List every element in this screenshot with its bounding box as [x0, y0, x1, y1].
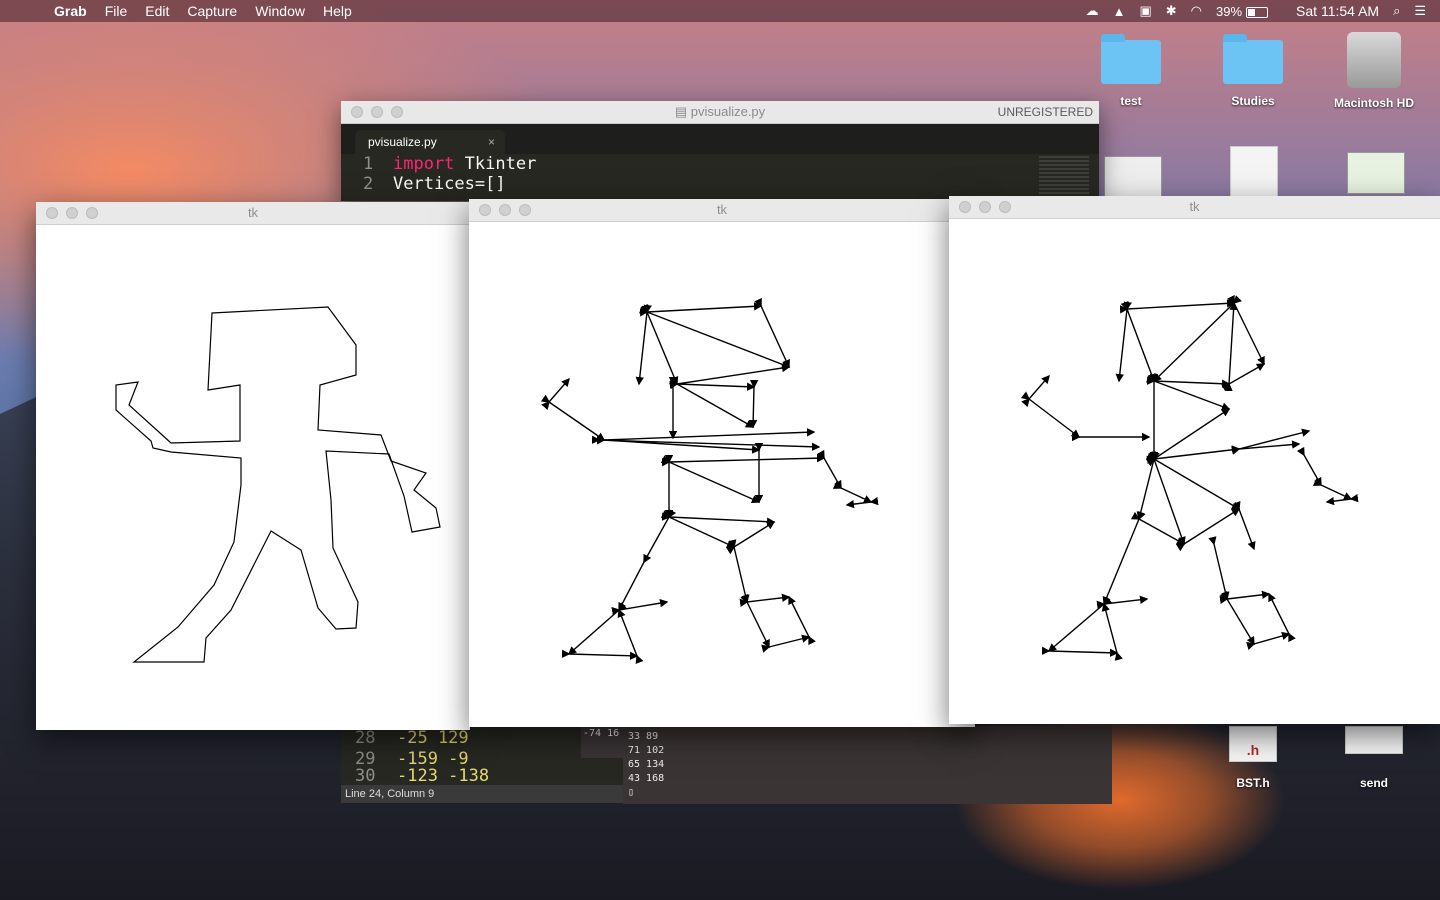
terminal-line: 33 89 — [628, 731, 659, 742]
close-button[interactable] — [351, 106, 363, 118]
terminal-line: 65 134 — [628, 759, 665, 770]
document-thumbnail-icon — [1345, 726, 1403, 754]
code-minimap[interactable] — [1039, 156, 1089, 196]
desktop-drive-macintosh-hd[interactable]: Macintosh HD — [1319, 32, 1429, 110]
google-drive-icon[interactable]: ▲ — [1113, 4, 1126, 19]
desktop-icon-label: BST.h — [1236, 776, 1270, 790]
spotlight-search-icon[interactable]: ⌕ — [1393, 3, 1400, 19]
battery-indicator[interactable]: 39% — [1216, 4, 1282, 19]
minimize-button[interactable] — [66, 207, 78, 219]
file-icon: ▤ — [674, 104, 691, 119]
desktop-icon-label: send — [1359, 776, 1388, 790]
menu-window[interactable]: Window — [255, 3, 305, 19]
bluetooth-icon[interactable]: ✱ — [1166, 3, 1177, 19]
code-text: Vertices=[] — [393, 174, 506, 194]
terminal-line: 43 168 — [628, 773, 665, 784]
tk-window-title: tk — [1189, 199, 1200, 214]
tk-titlebar[interactable]: tk — [36, 202, 470, 225]
line-number: 28 — [355, 728, 376, 748]
notification-center-icon[interactable]: ☰ — [1414, 3, 1426, 19]
figure-outline — [115, 306, 441, 663]
close-button[interactable] — [479, 204, 491, 216]
editor-titlebar[interactable]: ▤ pvisualize.py UNREGISTERED — [341, 101, 1099, 124]
terminal-cursor: ▯ — [628, 787, 635, 798]
menu-file[interactable]: File — [105, 3, 128, 19]
folder-icon — [1223, 34, 1283, 84]
terminal-line: 71 102 — [628, 745, 665, 756]
desktop-folder-studies[interactable]: Studies — [1198, 34, 1308, 108]
menu-capture[interactable]: Capture — [187, 3, 237, 19]
polygon-canvas[interactable] — [36, 225, 470, 730]
code-keyword: import — [393, 154, 455, 174]
code-text: -123 -138 — [397, 766, 490, 786]
tk-window-polygon[interactable]: tk — [36, 202, 470, 730]
code-line: 1 import Tkinter — [363, 154, 1099, 174]
menu-edit[interactable]: Edit — [145, 3, 169, 19]
editor-window[interactable]: ▤ pvisualize.py UNREGISTERED pvisualize.… — [341, 101, 1099, 201]
close-button[interactable] — [46, 207, 58, 219]
triangulation-canvas[interactable] — [469, 222, 975, 727]
desktop-text-file-icon[interactable] — [1230, 146, 1278, 198]
menu-bar: Grab File Edit Capture Window Help ☁ ▲ ▣… — [0, 0, 1440, 22]
terminal-small[interactable]: -74 16 — [581, 726, 623, 758]
editor-tab[interactable]: pvisualize.py × — [355, 130, 505, 154]
zoom-button[interactable] — [391, 106, 403, 118]
window-controls — [46, 207, 106, 219]
line-number: 1 — [363, 154, 374, 174]
tk-titlebar[interactable]: tk — [949, 196, 1440, 219]
code-line: 2 Vertices=[] — [363, 174, 1099, 194]
editor-status-bar: Line 24, Column 9 — [341, 785, 623, 803]
minimize-button[interactable] — [371, 106, 383, 118]
terminal-window[interactable]: 33 89 71 102 65 134 43 168 ▯ — [623, 726, 1112, 804]
code-text: -25 129 — [397, 728, 469, 748]
tk-window-title: tk — [716, 202, 728, 217]
code-area[interactable]: 1 import Tkinter 2 Vertices=[] — [341, 154, 1099, 194]
tk-window-triangulation-b[interactable]: tk — [949, 196, 1440, 724]
tk-window-triangulation-a[interactable]: tk — [469, 199, 975, 727]
desktop-folder-test[interactable]: test — [1076, 34, 1186, 108]
triangulation-edges — [540, 297, 879, 665]
desktop-file-bst-h[interactable]: .h BST.h — [1198, 726, 1308, 790]
header-file-icon: .h — [1229, 726, 1277, 762]
desktop-icon-label: Macintosh HD — [1333, 96, 1414, 110]
desktop-screenshot-thumbnail[interactable] — [1104, 156, 1162, 198]
triangulation-edges — [1020, 294, 1359, 661]
tab-close-icon[interactable]: × — [488, 130, 495, 154]
editor-tab-bar: pvisualize.py × — [341, 124, 1099, 154]
window-controls — [959, 201, 1019, 213]
menu-app-name[interactable]: Grab — [54, 3, 87, 19]
battery-percent: 39% — [1216, 3, 1243, 19]
tab-label: pvisualize.py — [368, 135, 437, 149]
code-line: 30 -123 -138 — [341, 768, 623, 785]
menu-help[interactable]: Help — [323, 3, 352, 19]
status-app-icon[interactable]: ▣ — [1139, 3, 1151, 19]
menu-clock[interactable]: Sat 11:54 AM — [1296, 3, 1379, 19]
zoom-button[interactable] — [999, 201, 1011, 213]
tk-window-title: tk — [247, 205, 259, 220]
line-number: 30 — [355, 766, 376, 786]
minimize-button[interactable] — [499, 204, 511, 216]
editor-title: pvisualize.py — [690, 104, 766, 119]
minimize-button[interactable] — [979, 201, 991, 213]
hard-drive-icon — [1347, 32, 1401, 88]
editor-last-line: 30 -123 -138 — [341, 768, 623, 785]
terminal-text: -74 16 — [583, 728, 620, 739]
wifi-icon[interactable]: ◠ — [1191, 3, 1202, 19]
tk-titlebar[interactable]: tk — [469, 199, 975, 222]
unregistered-badge: UNREGISTERED — [997, 105, 1093, 119]
code-text: Tkinter — [454, 154, 537, 174]
window-controls — [479, 204, 539, 216]
triangulation-canvas[interactable] — [949, 219, 1440, 724]
window-controls — [351, 106, 411, 118]
close-button[interactable] — [959, 201, 971, 213]
desktop-file-send[interactable]: send — [1319, 726, 1429, 790]
zoom-button[interactable] — [86, 207, 98, 219]
zoom-button[interactable] — [519, 204, 531, 216]
desktop-icon-label: Studies — [1231, 94, 1275, 108]
status-icon-cloud[interactable]: ☁ — [1086, 3, 1099, 19]
line-number: 2 — [363, 174, 374, 194]
desktop-image-thumbnail[interactable] — [1347, 152, 1405, 194]
battery-icon — [1246, 6, 1269, 18]
folder-icon — [1101, 34, 1161, 84]
